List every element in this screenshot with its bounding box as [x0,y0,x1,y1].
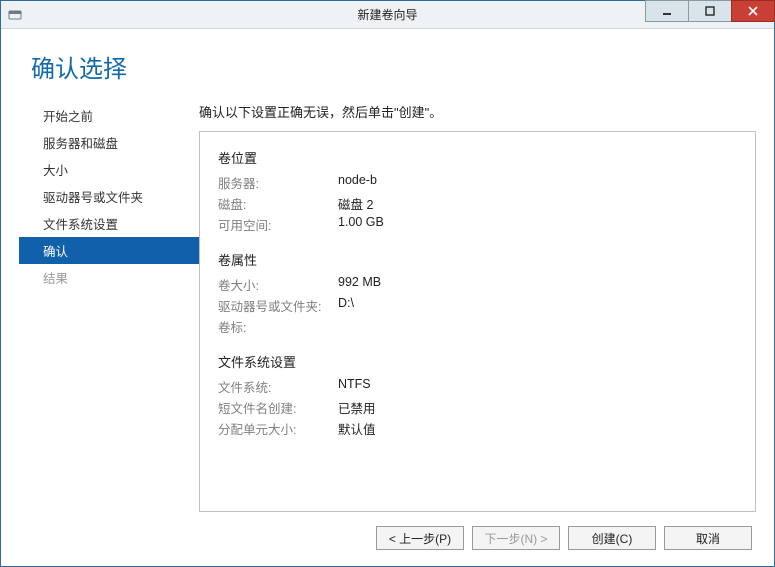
row-volume-label: 卷标: [218,317,737,336]
label-filesystem: 文件系统: [218,377,338,396]
label-disk: 磁盘: [218,194,338,213]
minimize-button[interactable] [645,0,689,22]
titlebar: 新建卷向导 [1,1,774,29]
row-free-space: 可用空间: 1.00 GB [218,215,737,234]
value-drive-letter: D:\ [338,296,354,315]
label-drive-letter: 驱动器号或文件夹: [218,296,338,315]
step-before-you-begin[interactable]: 开始之前 [19,102,199,129]
maximize-button[interactable] [688,0,732,22]
step-results: 结果 [19,264,199,291]
wizard-footer: < 上一步(P) 下一步(N) > 创建(C) 取消 [19,512,756,554]
value-disk: 磁盘 2 [338,194,373,213]
row-short-filename: 短文件名创建: 已禁用 [218,398,737,417]
value-server: node-b [338,173,377,192]
close-button[interactable] [731,0,775,22]
row-disk: 磁盘: 磁盘 2 [218,194,737,213]
step-size[interactable]: 大小 [19,156,199,183]
wizard-window: 新建卷向导 确认选择 开始之前 服务器和磁盘 大小 驱动器号或文件夹 文件系统设… [0,0,775,567]
cancel-button[interactable]: 取消 [664,526,752,550]
wizard-steps: 开始之前 服务器和磁盘 大小 驱动器号或文件夹 文件系统设置 确认 结果 [19,98,199,512]
value-free-space: 1.00 GB [338,215,384,234]
page-heading: 确认选择 [31,49,756,84]
label-free-space: 可用空间: [218,215,338,234]
create-button[interactable]: 创建(C) [568,526,656,550]
label-volume-size: 卷大小: [218,275,338,294]
row-filesystem: 文件系统: NTFS [218,377,737,396]
value-volume-size: 992 MB [338,275,381,294]
step-confirmation[interactable]: 确认 [19,237,199,264]
label-short-filename: 短文件名创建: [218,398,338,417]
content-area: 开始之前 服务器和磁盘 大小 驱动器号或文件夹 文件系统设置 确认 结果 确认以… [19,98,756,512]
value-short-filename: 已禁用 [338,398,376,417]
step-server-and-disk[interactable]: 服务器和磁盘 [19,129,199,156]
row-volume-size: 卷大小: 992 MB [218,275,737,294]
label-server: 服务器: [218,173,338,192]
section-volume-properties: 卷属性 [218,250,737,269]
row-server: 服务器: node-b [218,173,737,192]
next-button: 下一步(N) > [472,526,560,550]
step-filesystem-settings[interactable]: 文件系统设置 [19,210,199,237]
value-filesystem: NTFS [338,377,371,396]
wizard-body: 确认选择 开始之前 服务器和磁盘 大小 驱动器号或文件夹 文件系统设置 确认 结… [1,29,774,566]
confirmation-panel: 卷位置 服务器: node-b 磁盘: 磁盘 2 可用空间: 1.00 GB 卷… [199,131,756,512]
main-panel: 确认以下设置正确无误，然后单击"创建"。 卷位置 服务器: node-b 磁盘:… [199,98,756,512]
label-allocation-unit: 分配单元大小: [218,419,338,438]
section-filesystem-settings: 文件系统设置 [218,352,737,371]
instruction-text: 确认以下设置正确无误，然后单击"创建"。 [199,102,756,121]
window-controls [645,1,774,28]
app-icon [7,7,23,23]
value-allocation-unit: 默认值 [338,419,376,438]
previous-button[interactable]: < 上一步(P) [376,526,464,550]
label-volume-label: 卷标: [218,317,338,336]
row-allocation-unit: 分配单元大小: 默认值 [218,419,737,438]
step-drive-or-folder[interactable]: 驱动器号或文件夹 [19,183,199,210]
row-drive-letter: 驱动器号或文件夹: D:\ [218,296,737,315]
section-volume-location: 卷位置 [218,148,737,167]
